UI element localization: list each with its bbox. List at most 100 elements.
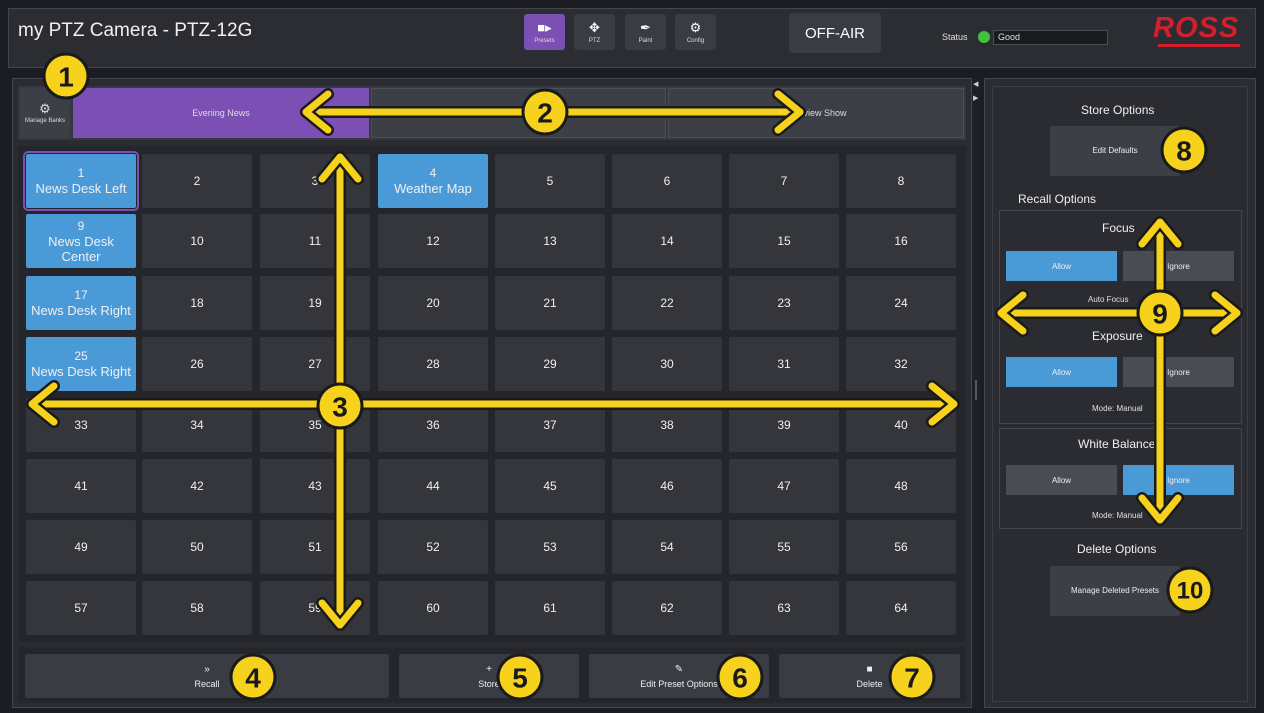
manage-deleted-presets-button[interactable]: Manage Deleted Presets bbox=[1050, 566, 1180, 616]
manage-banks-button[interactable]: ⚙ Manage Banks bbox=[20, 88, 70, 138]
preset-button-48[interactable]: 48 bbox=[846, 459, 956, 513]
preset-button-51[interactable]: 51 bbox=[260, 520, 370, 574]
preset-button-19[interactable]: 19 bbox=[260, 276, 370, 330]
preset-button-49[interactable]: 49 bbox=[26, 520, 136, 574]
preset-button-40[interactable]: 40 bbox=[846, 398, 956, 452]
exposure-allow-button[interactable]: Allow bbox=[1006, 357, 1117, 387]
preset-button-17[interactable]: 17 News Desk Right bbox=[26, 276, 136, 330]
preset-button-32[interactable]: 32 bbox=[846, 337, 956, 391]
preset-button-5[interactable]: 5 bbox=[495, 154, 605, 208]
preset-button-50[interactable]: 50 bbox=[142, 520, 252, 574]
preset-button-36[interactable]: 36 bbox=[378, 398, 488, 452]
preset-button-10[interactable]: 10 bbox=[142, 214, 252, 268]
edit-preset-options-button[interactable]: ✎ Edit Preset Options bbox=[589, 654, 769, 698]
config-mode-button[interactable]: ⚙ Config bbox=[675, 14, 716, 50]
camera-title: my PTZ Camera - PTZ-12G bbox=[18, 20, 253, 41]
delete-button[interactable]: ■ Delete bbox=[779, 654, 960, 698]
preset-button-21[interactable]: 21 bbox=[495, 276, 605, 330]
preset-number: 1 bbox=[77, 166, 85, 180]
preset-button-9[interactable]: 9 News Desk Center bbox=[26, 214, 136, 268]
preset-button-37[interactable]: 37 bbox=[495, 398, 605, 452]
focus-allow-button[interactable]: Allow bbox=[1006, 251, 1117, 281]
preset-button-31[interactable]: 31 bbox=[729, 337, 839, 391]
preset-button-62[interactable]: 62 bbox=[612, 581, 722, 635]
status-value: Good bbox=[993, 30, 1108, 45]
recall-button[interactable]: » Recall bbox=[25, 654, 389, 698]
preset-button-55[interactable]: 55 bbox=[729, 520, 839, 574]
exposure-ignore-button[interactable]: Ignore bbox=[1123, 357, 1234, 387]
preset-button-16[interactable]: 16 bbox=[846, 214, 956, 268]
preset-button-53[interactable]: 53 bbox=[495, 520, 605, 574]
preset-button-45[interactable]: 45 bbox=[495, 459, 605, 513]
preset-button-43[interactable]: 43 bbox=[260, 459, 370, 513]
preset-button-28[interactable]: 28 bbox=[378, 337, 488, 391]
preset-button-64[interactable]: 64 bbox=[846, 581, 956, 635]
preset-button-23[interactable]: 23 bbox=[729, 276, 839, 330]
preset-button-46[interactable]: 46 bbox=[612, 459, 722, 513]
preset-button-30[interactable]: 30 bbox=[612, 337, 722, 391]
preset-button-2[interactable]: 2 bbox=[142, 154, 252, 208]
preset-button-41[interactable]: 41 bbox=[26, 459, 136, 513]
presets-mode-button[interactable]: ■▸ Presets bbox=[524, 14, 565, 50]
bank-tab-evening-news[interactable]: Evening News bbox=[73, 88, 369, 138]
preset-button-18[interactable]: 18 bbox=[142, 276, 252, 330]
preset-button-56[interactable]: 56 bbox=[846, 520, 956, 574]
preset-button-33[interactable]: 33 bbox=[26, 398, 136, 452]
white-balance-ignore-button[interactable]: Ignore bbox=[1123, 465, 1234, 495]
preset-button-13[interactable]: 13 bbox=[495, 214, 605, 268]
preset-button-57[interactable]: 57 bbox=[26, 581, 136, 635]
preset-number: 36 bbox=[426, 417, 440, 432]
preset-button-26[interactable]: 26 bbox=[142, 337, 252, 391]
move-icon: ✥ bbox=[589, 19, 600, 35]
expand-right-icon[interactable]: ▶ bbox=[973, 94, 978, 102]
preset-button-54[interactable]: 54 bbox=[612, 520, 722, 574]
preset-button-61[interactable]: 61 bbox=[495, 581, 605, 635]
preset-button-29[interactable]: 29 bbox=[495, 337, 605, 391]
store-button[interactable]: + Store bbox=[399, 654, 579, 698]
preset-button-42[interactable]: 42 bbox=[142, 459, 252, 513]
preset-number: 16 bbox=[894, 233, 908, 248]
ptz-mode-button[interactable]: ✥ PTZ bbox=[574, 14, 615, 50]
preset-button-38[interactable]: 38 bbox=[612, 398, 722, 452]
preset-button-60[interactable]: 60 bbox=[378, 581, 488, 635]
preset-button-25[interactable]: 25 News Desk Right bbox=[26, 337, 136, 391]
preset-button-3[interactable]: 3 bbox=[260, 154, 370, 208]
paint-mode-button[interactable]: ✒ Paint bbox=[625, 14, 666, 50]
preset-button-1[interactable]: 1 News Desk Left bbox=[23, 151, 139, 211]
preset-button-15[interactable]: 15 bbox=[729, 214, 839, 268]
collapse-left-icon[interactable]: ◀ bbox=[973, 80, 978, 88]
edit-defaults-button[interactable]: Edit Defaults bbox=[1050, 126, 1180, 176]
preset-button-24[interactable]: 24 bbox=[846, 276, 956, 330]
preset-button-12[interactable]: 12 bbox=[378, 214, 488, 268]
focus-ignore-button[interactable]: Ignore bbox=[1123, 251, 1234, 281]
preset-button-7[interactable]: 7 bbox=[729, 154, 839, 208]
preset-button-20[interactable]: 20 bbox=[378, 276, 488, 330]
preset-button-14[interactable]: 14 bbox=[612, 214, 722, 268]
preset-button-58[interactable]: 58 bbox=[142, 581, 252, 635]
status-indicator bbox=[978, 31, 990, 43]
preset-button-11[interactable]: 11 bbox=[260, 214, 370, 268]
gear-icon: ⚙ bbox=[39, 100, 51, 116]
air-state-button[interactable]: OFF-AIR bbox=[789, 13, 881, 53]
preset-button-6[interactable]: 6 bbox=[612, 154, 722, 208]
preset-button-39[interactable]: 39 bbox=[729, 398, 839, 452]
preset-number: 41 bbox=[74, 478, 88, 493]
preset-button-8[interactable]: 8 bbox=[846, 154, 956, 208]
preset-button-44[interactable]: 44 bbox=[378, 459, 488, 513]
preset-button-59[interactable]: 59 bbox=[260, 581, 370, 635]
preset-button-47[interactable]: 47 bbox=[729, 459, 839, 513]
pencil-icon: ✎ bbox=[674, 663, 684, 675]
preset-number: 60 bbox=[426, 600, 440, 615]
preset-button-63[interactable]: 63 bbox=[729, 581, 839, 635]
preset-number: 21 bbox=[543, 295, 557, 310]
preset-button-4[interactable]: 4 Weather Map bbox=[378, 154, 488, 208]
preset-button-34[interactable]: 34 bbox=[142, 398, 252, 452]
white-balance-allow-button[interactable]: Allow bbox=[1006, 465, 1117, 495]
splitter-grip-icon[interactable] bbox=[975, 380, 977, 400]
preset-button-35[interactable]: 35 bbox=[260, 398, 370, 452]
preset-button-52[interactable]: 52 bbox=[378, 520, 488, 574]
preset-button-22[interactable]: 22 bbox=[612, 276, 722, 330]
bank-tab-interview-show[interactable]: Interview Show bbox=[668, 88, 964, 138]
preset-button-27[interactable]: 27 bbox=[260, 337, 370, 391]
bank-tab-2[interactable] bbox=[371, 88, 666, 138]
